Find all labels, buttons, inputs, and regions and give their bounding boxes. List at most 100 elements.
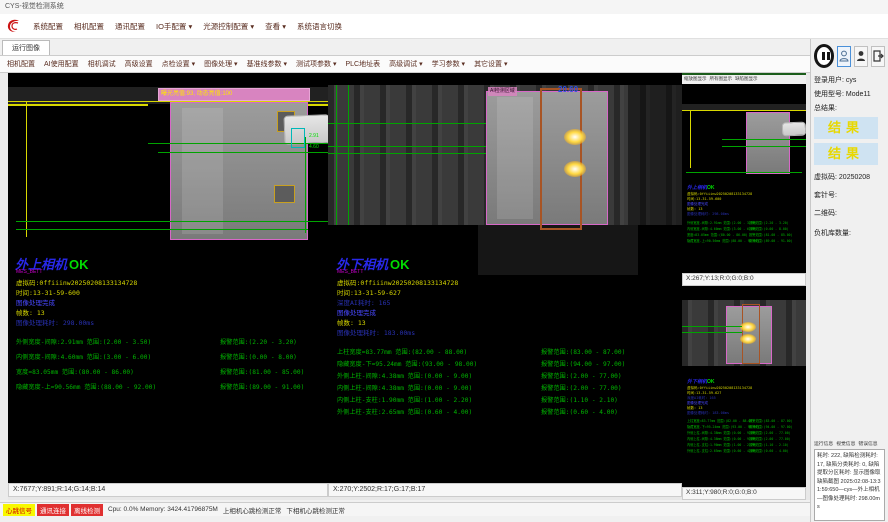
toolbar-item[interactable]: 高级设置 xyxy=(125,59,153,69)
info-line: 图像处理耗时: 183.00ms xyxy=(337,327,458,337)
preview-tab[interactable]: 缩放图显示 xyxy=(684,76,707,82)
log-tab[interactable]: 视觉信息 xyxy=(836,440,855,447)
toolbar-item[interactable]: 测试项参数 ▾ xyxy=(296,59,336,69)
measure-line xyxy=(686,172,802,173)
measurement-row: 外侧宽度-间隙:2.91mm 范围:(2.00 - 3.50)报警范围:(2.2… xyxy=(16,337,304,352)
model-value: Mode11 xyxy=(846,91,871,98)
info-line: 虚拟码:0ffiiinw20250208133134728 xyxy=(16,277,137,287)
info-line: 图像处理耗时: 298.00ms xyxy=(16,317,137,327)
menu-item[interactable]: 光源控制配置 ▾ xyxy=(203,21,254,32)
measure-line xyxy=(16,221,328,222)
user-dark-icon xyxy=(856,50,866,62)
measurement-row: 隐藏宽度-上=90.56mm 范围:(88.00 - 92.00)报警范围:(8… xyxy=(16,382,304,397)
camera-view-lower: AI检测区域 20.60 外下相机OK MES_BETT 虚拟码:0ffiiin… xyxy=(328,73,682,500)
menu-items: 系统配置相机配置通讯配置 IO手配置 ▾ 光源控制配置 ▾ 查看 ▾ 系统语言切换 xyxy=(33,21,342,32)
measurement-row: 内侧上柱-支柱:1.90mm 范围:(1.00 - 2.20)报警范围:(1.1… xyxy=(337,395,625,407)
part-slot xyxy=(274,185,295,203)
weld-glow xyxy=(564,161,586,177)
measure-line xyxy=(328,123,488,124)
preview-column: 缩放图显示所有图显示缺陷图显示 外上相机OK xyxy=(682,73,806,500)
menu-item[interactable]: IO手配置 ▾ xyxy=(156,21,192,32)
camera-views: 曝光亮值:93, 动态亮值:100 2.91 xyxy=(0,73,810,500)
machinery-shadow xyxy=(628,85,682,225)
menu-item[interactable]: 系统配置 xyxy=(33,21,63,32)
preview-lower[interactable]: 外下相机OK 虚拟码:0ffiiinw20250208133134728时间:1… xyxy=(682,286,806,487)
toolbar-item[interactable]: 图像处理 ▾ xyxy=(204,59,237,69)
measure-tag: 2.91 xyxy=(309,133,319,139)
mes-tag: MES_BETT xyxy=(16,269,42,275)
content: 运行图像 相机配置 AI使用配置相机调试高级设置点检设置 ▾ 图像处理 ▾ 基准线参数… xyxy=(0,39,888,522)
preview-measurements: 上柱宽度=83.77mm 范围:(82.00 - 88.00)报警范围:(83.… xyxy=(687,418,792,454)
status-badge: 心跳信号 xyxy=(3,504,35,516)
toolbar-item[interactable]: 其它设置 ▾ xyxy=(474,59,507,69)
ok-status: OK xyxy=(390,257,410,272)
menu-item[interactable]: 系统语言切换 xyxy=(297,21,342,32)
info-line: 帧数: 13 xyxy=(337,317,458,327)
preview-measurements: 外侧宽度-间隙:2.91mm 范围:(2.00 - 3.50)报警范围:(2.2… xyxy=(687,220,792,244)
baseline-y xyxy=(682,110,806,111)
info-line: 图像处理完成 xyxy=(337,307,458,317)
toolbar-item[interactable]: PLC地址表 xyxy=(346,59,381,69)
menu-item[interactable]: 查看 ▾ xyxy=(265,21,286,32)
preview-upper[interactable]: 外上相机OK 虚拟码:0ffiiinw20250208133134728时间:1… xyxy=(682,84,806,273)
measurement-list: 外侧宽度-间隙:2.91mm 范围:(2.00 - 3.50)报警范围:(2.2… xyxy=(16,337,304,397)
measurement-row: 外侧上柱-间隙:4.38mm 范围:(0.00 - 9.00)报警范围:(2.0… xyxy=(337,371,625,383)
camera-image-lower[interactable]: AI检测区域 20.60 外下相机OK MES_BETT 虚拟码:0ffiiin… xyxy=(328,73,682,483)
info-line: 虚拟码:0ffiiinw20250208133134728 xyxy=(337,277,458,287)
roi-box xyxy=(291,128,305,148)
measure-line xyxy=(682,326,742,327)
ok-status: OK xyxy=(707,185,715,191)
menu-item[interactable]: 通讯配置 xyxy=(115,21,145,32)
measurement-row: 宽度=83.05mm 范围:(80.00 - 86.00)报警范围:(81.00… xyxy=(16,367,304,382)
ok-status: OK xyxy=(69,257,89,272)
camera-image-upper[interactable]: 曝光亮值:93, 动态亮值:100 2.91 xyxy=(8,73,328,483)
toolbar-item[interactable]: 高级调试 ▾ xyxy=(389,59,422,69)
measure-line xyxy=(16,229,308,230)
preview-result-title: 外上相机OK xyxy=(687,184,715,191)
toolbar-item[interactable]: 相机调试 xyxy=(88,59,116,69)
toolbar-item[interactable]: 相机配置 xyxy=(7,59,35,69)
exposure-label: 曝光亮值:93, 动态亮值:100 xyxy=(158,88,310,101)
total-result-label: 总结果: xyxy=(814,103,885,113)
preview-tab[interactable]: 缺陷图显示 xyxy=(735,76,758,82)
virtual-code-value: 20250208 xyxy=(839,174,870,181)
measurement-row: 内侧宽度-间隙:4.60mm 范围:(3.00 - 6.00)报警范围:(0.0… xyxy=(16,352,304,367)
preview-connector xyxy=(782,122,806,137)
tab-run-image[interactable]: 运行图像 xyxy=(2,40,50,55)
app-window: CYS-视觉检测系统 系统配置相机配置通讯配置IO手配置 ▾光源控制配置 ▾查看… xyxy=(0,0,888,522)
measure-line-vertical xyxy=(348,85,349,225)
info-lines: 虚拟码:0ffiiinw20250208133134728时间:13-31-59… xyxy=(16,277,137,327)
toolbar-item[interactable]: 点检设置 ▾ xyxy=(162,59,195,69)
toolbar-item[interactable]: 学习参数 ▾ xyxy=(432,59,465,69)
pixel-coord-readout-lower: X:270;Y:2502;R:17;G:17;B:17 xyxy=(328,483,682,497)
info-line: 帧数: 13 xyxy=(16,307,137,317)
preview-tab[interactable]: 所有图显示 xyxy=(710,76,733,82)
machinery-lower xyxy=(478,225,638,275)
log-output[interactable]: 耗时: 222, 缺陷检测耗时: 17, 缺陷分类耗时: 0, 缺陷提取分区耗时… xyxy=(814,449,885,521)
toolbar-item[interactable]: 基准线参数 ▾ xyxy=(247,59,287,69)
menu-item[interactable]: 相机配置 xyxy=(74,21,104,32)
toolbar-item[interactable]: AI使用配置 xyxy=(44,59,79,69)
measurement-list: 上柱宽度=83.77mm 范围:(82.00 - 88.00)报警范围:(83.… xyxy=(337,347,625,419)
exit-icon xyxy=(873,50,884,62)
info-line: 图像处理耗时: 298.00ms xyxy=(687,212,752,217)
camera1-heartbeat-status: 上相机心跳检测正常 xyxy=(223,505,282,515)
log-tab[interactable]: 运行信息 xyxy=(814,440,833,447)
status-badge: 通讯连接 xyxy=(37,504,69,516)
menubar: 系统配置相机配置通讯配置 IO手配置 ▾ 光源控制配置 ▾ 查看 ▾ 系统语言切换 xyxy=(0,14,888,39)
measure-line-vertical xyxy=(305,137,306,233)
info-lines: 虚拟码:0ffiiinw20250208133134728时间:13-31-59… xyxy=(337,277,458,337)
pause-button[interactable] xyxy=(814,44,834,68)
preview-info-lines: 虚拟码:0ffiiinw20250208133134728时间:13-31-59… xyxy=(687,386,752,416)
login-user-button[interactable] xyxy=(837,46,851,67)
user-permission-button[interactable] xyxy=(854,46,868,67)
result-box-1: 结果 xyxy=(814,117,878,139)
preview-tabs: 缩放图显示所有图显示缺陷图显示 xyxy=(682,75,806,84)
log-tabs: 运行信息视觉信息错误信息 xyxy=(814,440,885,447)
log-tab[interactable]: 错误信息 xyxy=(858,440,877,447)
baseline-y-vertical xyxy=(26,101,27,237)
result-box-2: 结果 xyxy=(814,143,878,165)
pixel-coord-readout-upper: X:7677;Y:891;R:14;G:14;B:14 xyxy=(8,483,328,497)
exit-button[interactable] xyxy=(871,46,885,67)
right-panel: 登录用户: cys 使用型号: Mode11 总结果: 结果 结果 虚拟码: 2… xyxy=(810,39,888,522)
